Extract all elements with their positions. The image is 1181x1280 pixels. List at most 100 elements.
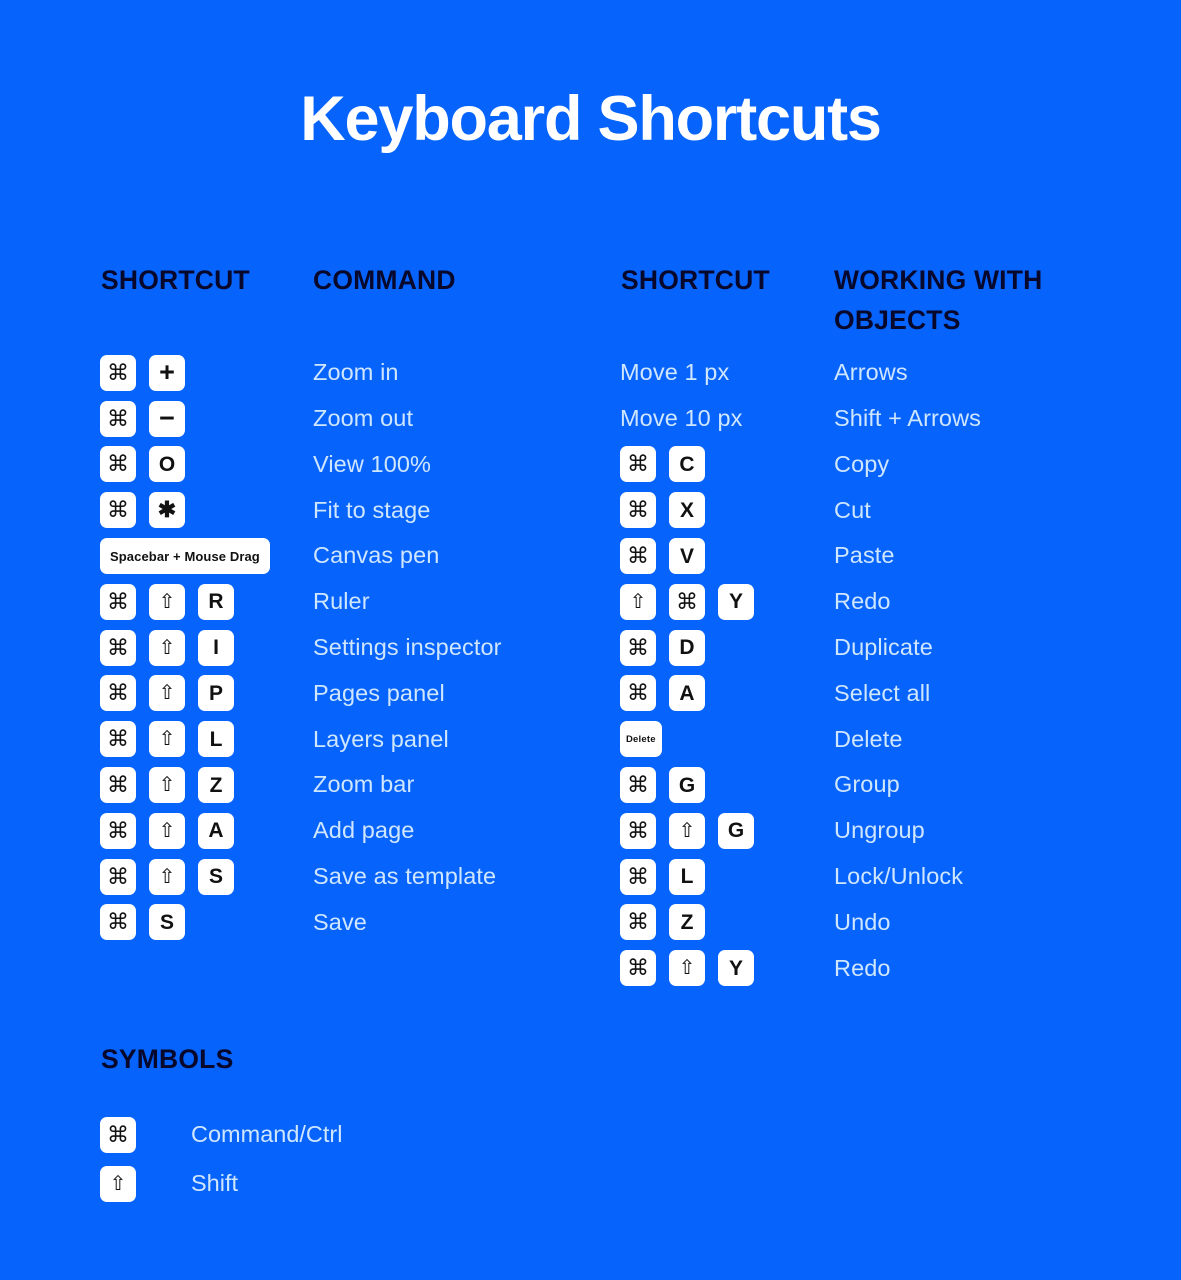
shift-key[interactable]: ⇧ xyxy=(149,812,185,849)
command-key[interactable]: ⌘ xyxy=(100,721,136,758)
asterisk-key[interactable]: ✱ xyxy=(149,492,185,529)
table-row: Duplicate xyxy=(834,625,1134,671)
object-action-label: Lock/Unlock xyxy=(834,862,964,889)
table-row: ⌘ X xyxy=(620,487,820,533)
shift-key[interactable]: ⇧ xyxy=(149,721,185,758)
object-action-label: Redo xyxy=(834,588,891,615)
object-action-label: Shift + Arrows xyxy=(834,404,982,431)
key-g[interactable]: G xyxy=(669,767,705,804)
key-v[interactable]: V xyxy=(669,538,705,575)
minus-key[interactable]: − xyxy=(149,400,185,437)
key-s[interactable]: S xyxy=(149,904,185,941)
column-header-shortcut-left: SHORTCUT xyxy=(101,265,250,295)
command-key[interactable]: ⌘ xyxy=(100,904,136,941)
shift-key[interactable]: ⇧ xyxy=(149,675,185,712)
table-row: Move 10 px xyxy=(620,396,820,442)
symbols-list: ⌘ Command/Ctrl ⇧ Shift xyxy=(100,1110,600,1208)
key-c[interactable]: C xyxy=(669,446,705,483)
table-row: ⌘ G xyxy=(620,762,820,808)
command-label: Save as template xyxy=(313,862,497,889)
table-row: ⌘ S xyxy=(100,900,300,946)
symbol-legend-item: ⌘ Command/Ctrl xyxy=(100,1110,600,1159)
key-combo: ⌘ L xyxy=(620,858,705,895)
key-combo: ⇧ ⌘ Y xyxy=(620,583,754,620)
command-key[interactable]: ⌘ xyxy=(100,858,136,895)
table-row: Redo xyxy=(834,945,1134,991)
command-key[interactable]: ⌘ xyxy=(100,812,136,849)
shift-key[interactable]: ⇧ xyxy=(669,812,705,849)
command-key[interactable]: ⌘ xyxy=(100,446,136,483)
command-label: Pages panel xyxy=(313,679,445,706)
key-l[interactable]: L xyxy=(198,721,234,758)
shift-key[interactable]: ⇧ xyxy=(100,1165,136,1202)
plus-key[interactable]: + xyxy=(149,354,185,391)
object-action-label: Delete xyxy=(834,725,903,752)
key-a[interactable]: A xyxy=(198,812,234,849)
command-key[interactable]: ⌘ xyxy=(620,629,656,666)
table-row: Ungroup xyxy=(834,808,1134,854)
table-row: ⌘ D xyxy=(620,625,820,671)
command-key[interactable]: ⌘ xyxy=(620,858,656,895)
table-row: ⌘ A xyxy=(620,671,820,717)
shift-key[interactable]: ⇧ xyxy=(149,858,185,895)
shift-key[interactable]: ⇧ xyxy=(149,767,185,804)
command-key[interactable]: ⌘ xyxy=(620,675,656,712)
table-row: Move 1 px xyxy=(620,350,820,396)
object-action-label: Copy xyxy=(834,450,890,477)
key-r[interactable]: R xyxy=(198,583,234,620)
key-z[interactable]: Z xyxy=(198,767,234,804)
command-key[interactable]: ⌘ xyxy=(100,583,136,620)
table-row: Save xyxy=(313,900,603,946)
key-p[interactable]: P xyxy=(198,675,234,712)
command-key[interactable]: ⌘ xyxy=(620,492,656,529)
key-a[interactable]: A xyxy=(669,675,705,712)
table-row: ⌘ − xyxy=(100,396,300,442)
command-key[interactable]: ⌘ xyxy=(100,629,136,666)
command-key[interactable]: ⌘ xyxy=(100,767,136,804)
symbol-legend-label: Shift xyxy=(191,1169,239,1196)
key-combo: ⌘ V xyxy=(620,538,705,575)
table-row: ⌘ L xyxy=(620,854,820,900)
commands-keys-column: ⌘ + ⌘ − ⌘ O ⌘ ✱ Spacebar + Mouse Drag ⌘ ⇧ R ⌘ ⇧ I ⌘ ⇧ P ⌘ ⇧… xyxy=(100,350,300,945)
command-key[interactable]: ⌘ xyxy=(100,675,136,712)
command-key[interactable]: ⌘ xyxy=(100,354,136,391)
command-key[interactable]: ⌘ xyxy=(620,538,656,575)
key-i[interactable]: I xyxy=(198,629,234,666)
key-combo: ⌘ ⇧ S xyxy=(100,858,234,895)
column-header-shortcut-right: SHORTCUT xyxy=(621,265,770,295)
command-key[interactable]: ⌘ xyxy=(669,583,705,620)
table-row: Add page xyxy=(313,808,603,854)
table-row: Group xyxy=(834,762,1134,808)
shift-key[interactable]: ⇧ xyxy=(149,583,185,620)
table-row: Lock/Unlock xyxy=(834,854,1134,900)
command-key[interactable]: ⌘ xyxy=(100,492,136,529)
command-key[interactable]: ⌘ xyxy=(100,1116,136,1153)
command-label: Settings inspector xyxy=(313,633,502,660)
key-x[interactable]: X xyxy=(669,492,705,529)
key-z[interactable]: Z xyxy=(669,904,705,941)
command-key[interactable]: ⌘ xyxy=(620,812,656,849)
key-y[interactable]: Y xyxy=(718,583,754,620)
key-s[interactable]: S xyxy=(198,858,234,895)
command-key[interactable]: ⌘ xyxy=(620,767,656,804)
key-combo: ⌘ O xyxy=(100,446,185,483)
command-key[interactable]: ⌘ xyxy=(620,904,656,941)
objects-label-column: Arrows Shift + Arrows Copy Cut Paste Redo Dupl… xyxy=(834,350,1134,991)
shift-key[interactable]: ⇧ xyxy=(620,583,656,620)
command-key[interactable]: ⌘ xyxy=(100,400,136,437)
key-combo: ⌘ G xyxy=(620,767,705,804)
key-combo: ⌘ S xyxy=(100,904,185,941)
shift-key[interactable]: ⇧ xyxy=(149,629,185,666)
key-spacebar-mouse-drag[interactable]: Spacebar + Mouse Drag xyxy=(100,538,270,575)
key-o[interactable]: O xyxy=(149,446,185,483)
key-g[interactable]: G xyxy=(718,812,754,849)
command-key[interactable]: ⌘ xyxy=(620,446,656,483)
key-y[interactable]: Y xyxy=(718,950,754,987)
key-l[interactable]: L xyxy=(669,858,705,895)
command-label: Zoom in xyxy=(313,359,399,386)
command-key[interactable]: ⌘ xyxy=(620,950,656,987)
table-row: Layers panel xyxy=(313,716,603,762)
shift-key[interactable]: ⇧ xyxy=(669,950,705,987)
key-delete[interactable]: Delete xyxy=(620,721,662,758)
key-d[interactable]: D xyxy=(669,629,705,666)
